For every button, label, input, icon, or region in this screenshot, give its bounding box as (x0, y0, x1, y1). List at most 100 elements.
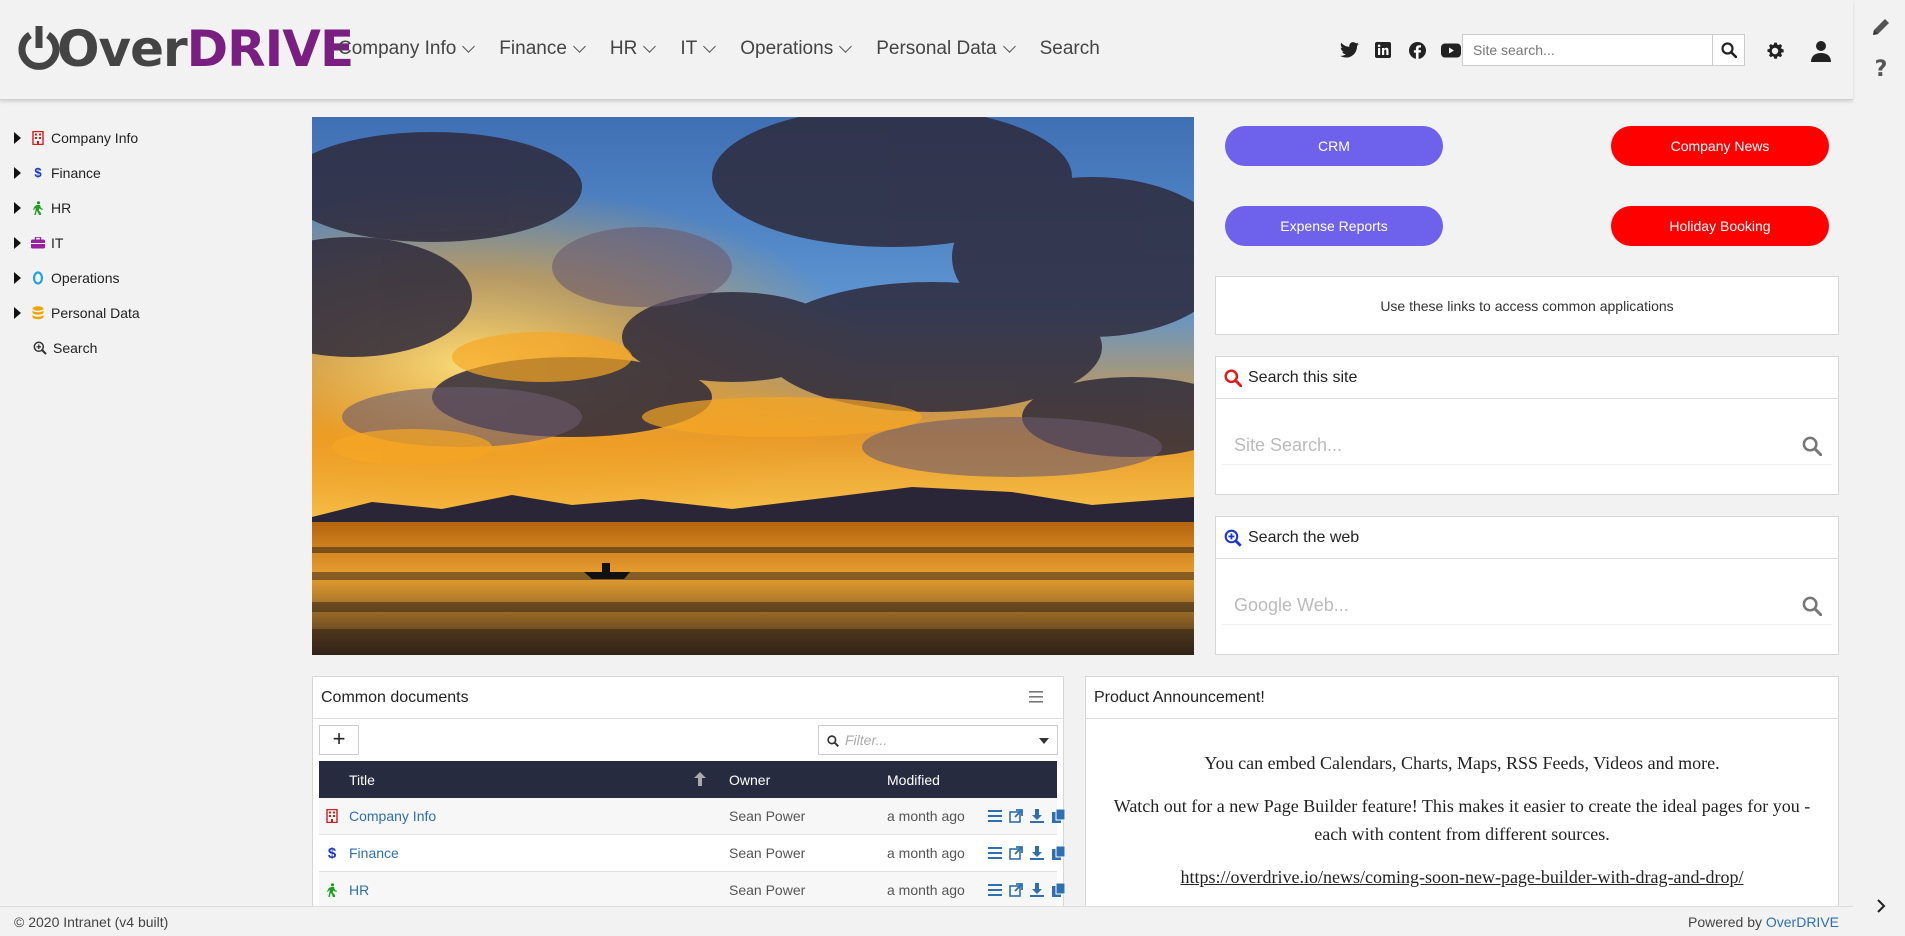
panel-title: Common documents (321, 688, 469, 706)
nav-company-info[interactable]: Company Info (338, 38, 476, 60)
person-walking-icon (31, 200, 45, 215)
dollar-icon: $ (327, 844, 337, 862)
circle-o-icon (31, 270, 45, 285)
sidebar-item-company-info[interactable]: Company Info (0, 120, 300, 155)
filter-input[interactable]: Filter... (818, 725, 1058, 755)
powered-by-link[interactable]: OverDRIVE (1766, 914, 1839, 930)
building-icon (324, 808, 340, 824)
site-search-input[interactable]: Site Search... (1222, 427, 1832, 465)
nav-operations[interactable]: Operations (740, 38, 853, 60)
chevron-down-icon (462, 39, 476, 53)
doc-title-link[interactable]: Finance (349, 845, 399, 861)
expand-arrow-icon[interactable] (14, 201, 21, 214)
apps-note-panel: Use these links to access common applica… (1215, 276, 1839, 335)
holiday-booking-button[interactable]: Holiday Booking (1611, 206, 1829, 246)
download-icon[interactable] (1029, 845, 1045, 861)
table-body: Company Info Sean Power a month ago $ Fi… (313, 798, 1065, 909)
doc-title-link[interactable]: HR (349, 882, 369, 898)
properties-icon[interactable] (987, 882, 1003, 898)
search-plus-icon (33, 341, 47, 355)
nav-search[interactable]: Search (1040, 38, 1100, 60)
copy-icon[interactable] (1050, 808, 1066, 824)
web-search-input[interactable]: Google Web... (1222, 587, 1832, 625)
expand-arrow-icon[interactable] (14, 306, 21, 319)
properties-icon[interactable] (987, 845, 1003, 861)
expand-arrow-icon[interactable] (14, 131, 21, 144)
company-news-button[interactable]: Company News (1611, 126, 1829, 166)
open-external-icon[interactable] (1008, 845, 1024, 861)
linkedin-icon[interactable] (1371, 38, 1395, 62)
announcement-line-2: Watch out for a new Page Builder feature… (1113, 796, 1811, 844)
open-external-icon[interactable] (1008, 808, 1024, 824)
open-external-icon[interactable] (1008, 882, 1024, 898)
gear-icon[interactable] (1762, 38, 1788, 64)
nav-label: IT (680, 38, 698, 59)
row-actions (987, 808, 1066, 824)
filter-placeholder: Filter... (845, 732, 888, 748)
panel-title: Product Announcement! (1094, 688, 1265, 706)
search-icon (1720, 42, 1737, 58)
search-icon (1224, 368, 1242, 387)
table-row[interactable]: Company Info Sean Power a month ago (319, 798, 1065, 835)
expand-arrow-icon[interactable] (14, 236, 21, 249)
apps-note: Use these links to access common applica… (1380, 297, 1674, 314)
user-icon[interactable] (1808, 38, 1834, 64)
chevron-right-icon[interactable] (1870, 895, 1892, 917)
expense-reports-button[interactable]: Expense Reports (1225, 206, 1443, 246)
youtube-icon[interactable] (1439, 38, 1463, 62)
sidebar-item-search[interactable]: Search (0, 330, 300, 365)
header-search-button[interactable] (1712, 35, 1744, 65)
caret-down-icon[interactable] (1039, 738, 1049, 744)
expand-arrow-icon[interactable] (14, 166, 21, 179)
sidebar-item-it[interactable]: IT (0, 225, 300, 260)
powered-by-prefix: Powered by (1688, 914, 1766, 930)
copy-icon[interactable] (1050, 845, 1066, 861)
add-document-button[interactable]: + (319, 725, 359, 755)
sidebar-item-label: Operations (51, 269, 120, 286)
panel-title: Search the web (1248, 528, 1360, 546)
social-links (1337, 38, 1463, 62)
doc-title-link[interactable]: Company Info (349, 808, 436, 824)
logo-text-over: Over (57, 20, 188, 78)
doc-modified: a month ago (887, 845, 965, 861)
nav-it[interactable]: IT (680, 38, 717, 60)
table-row[interactable]: HR Sean Power a month ago (319, 872, 1065, 909)
help-icon[interactable]: ? (1870, 57, 1892, 82)
header-search-input[interactable] (1463, 35, 1712, 65)
documents-toolbar: + Filter... (313, 719, 1063, 761)
chevron-down-icon (573, 39, 586, 53)
copy-icon[interactable] (1050, 882, 1066, 898)
nav-finance[interactable]: Finance (499, 38, 586, 60)
facebook-icon[interactable] (1405, 38, 1429, 62)
twitter-icon[interactable] (1337, 38, 1361, 62)
properties-icon[interactable] (987, 808, 1003, 824)
logo[interactable]: Over DRIVE (18, 20, 354, 78)
doc-owner: Sean Power (729, 882, 806, 898)
pencil-icon[interactable] (1870, 16, 1892, 38)
search-icon[interactable] (1802, 436, 1822, 456)
header-search (1462, 34, 1745, 66)
search-site-panel: Search this site Site Search... (1215, 356, 1839, 495)
column-owner[interactable]: Owner (729, 772, 770, 788)
announcement-link[interactable]: https://overdrive.io/news/coming-soon-ne… (1181, 867, 1744, 887)
sidebar-item-personal-data[interactable]: Personal Data (0, 295, 300, 330)
download-icon[interactable] (1029, 808, 1045, 824)
column-title[interactable]: Title (349, 772, 375, 788)
nav-personal-data[interactable]: Personal Data (876, 38, 1016, 60)
powered-by: Powered by OverDRIVE (1688, 914, 1839, 930)
row-actions (987, 882, 1066, 898)
sort-up-icon[interactable] (694, 772, 706, 786)
nav-hr[interactable]: HR (610, 38, 657, 60)
download-icon[interactable] (1029, 882, 1045, 898)
crm-button[interactable]: CRM (1225, 126, 1443, 166)
sidebar-item-label: Personal Data (51, 304, 140, 321)
expand-arrow-icon[interactable] (14, 271, 21, 284)
search-icon[interactable] (1802, 596, 1822, 616)
common-documents-panel: Common documents + Filter... Title Owner… (312, 676, 1065, 909)
column-modified[interactable]: Modified (887, 772, 940, 788)
table-row[interactable]: $ Finance Sean Power a month ago (319, 835, 1065, 872)
sidebar-item-hr[interactable]: HR (0, 190, 300, 225)
sidebar-item-operations[interactable]: Operations (0, 260, 300, 295)
sidebar-item-finance[interactable]: $ Finance (0, 155, 300, 190)
menu-icon[interactable] (1029, 691, 1043, 703)
